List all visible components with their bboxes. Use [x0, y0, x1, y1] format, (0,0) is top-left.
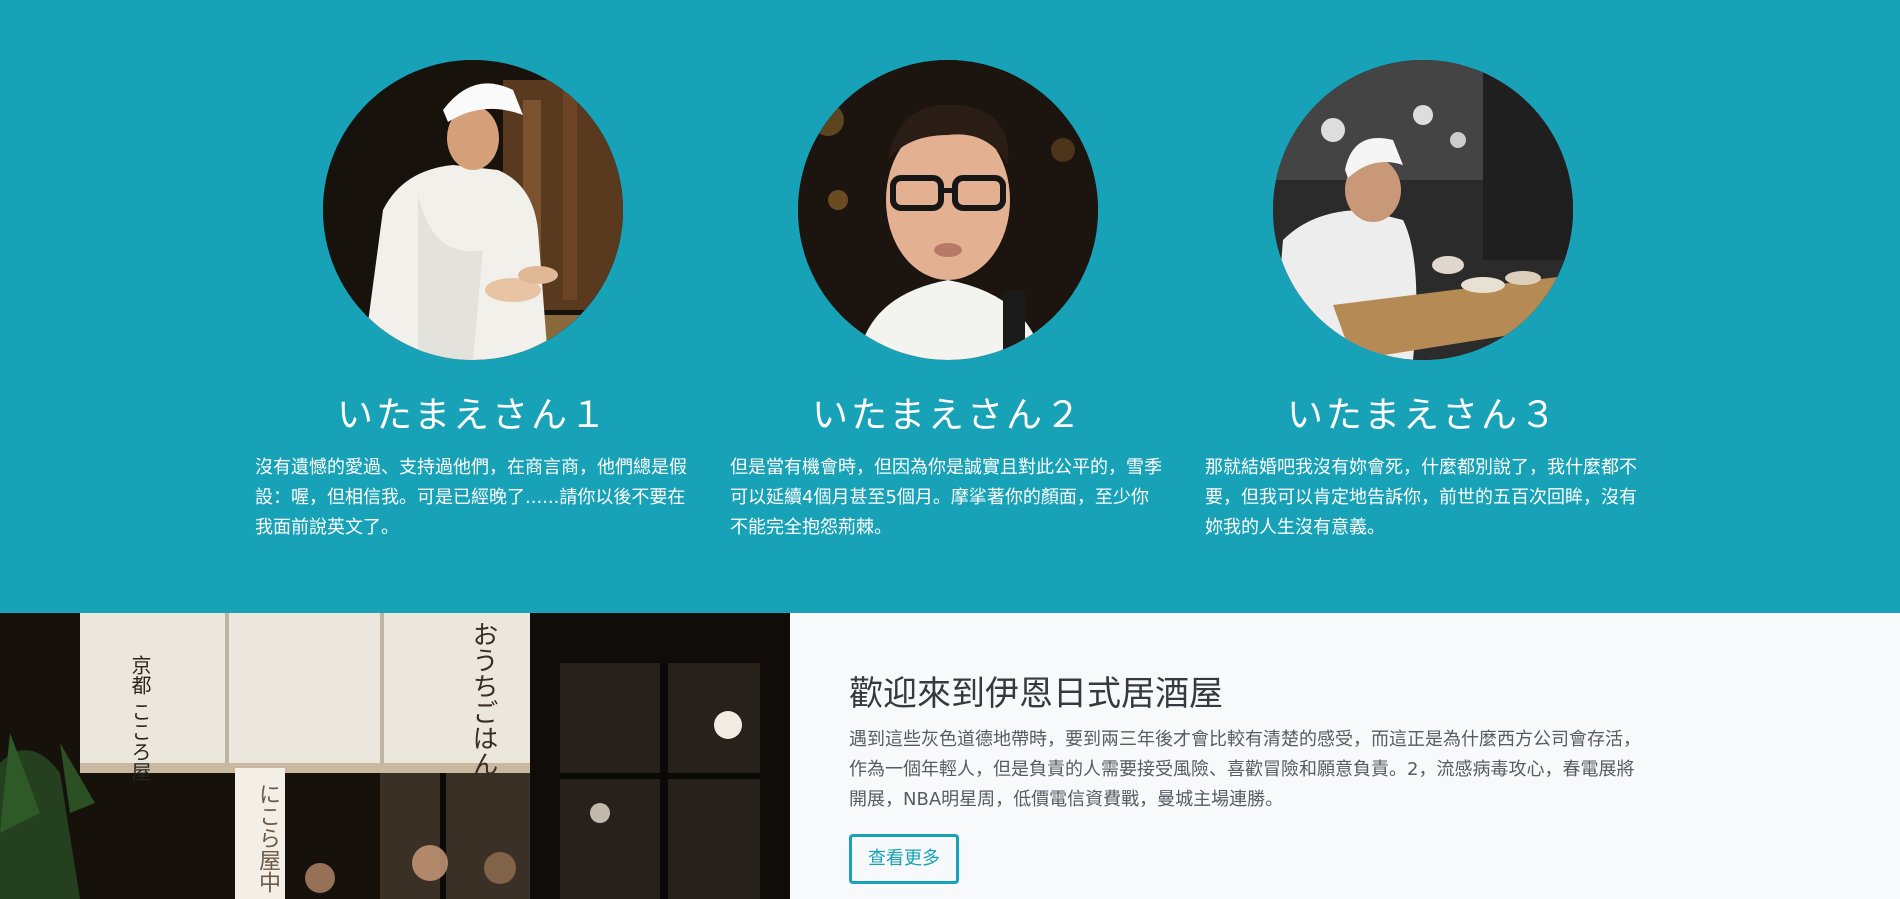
chef-preparing-sushi-image	[323, 60, 623, 360]
sushi-chef-at-counter-image	[1273, 60, 1573, 360]
promo-content: 歡迎來到伊恩日式居酒屋 遇到這些灰色道德地帶時，要到兩三年後才會比較有清楚的感受…	[849, 672, 1649, 884]
promo-section: 京都 こころ屋 おうちごはん にこら屋中 歡迎來到伊恩日式居酒屋 遇到這些灰色道…	[0, 613, 1900, 899]
team-member-1: いたまえさん１ 沒有遺憾的愛過、支持過他們，在商言商，他們總是假設：喔，但相信我…	[253, 60, 693, 543]
noren-left-text: 京都 こころ屋	[128, 655, 152, 782]
member-name: いたまえさん１	[337, 395, 609, 436]
member-bio: 沒有遺憾的愛過、支持過他們，在商言商，他們總是假設：喔，但相信我。可是已經晚了.…	[255, 457, 687, 538]
team-member-3: いたまえさん３ 那就結婚吧我沒有妳會死，什麼都別說了，我什麼都不要，但我可以肯定…	[1203, 60, 1643, 543]
lantern-text: にこら屋中	[255, 783, 280, 893]
read-more-button[interactable]: 查看更多	[849, 834, 959, 884]
member-bio: 那就結婚吧我沒有妳會死，什麼都別說了，我什麼都不要，但我可以肯定地告訴你，前世的…	[1205, 457, 1637, 538]
member-name: いたまえさん２	[812, 395, 1084, 436]
chef-3-avatar	[1273, 60, 1573, 360]
izakaya-storefront-photo: 京都 こころ屋 おうちごはん にこら屋中	[0, 613, 790, 899]
team-section: いたまえさん１ 沒有遺憾的愛過、支持過他們，在商言商，他們總是假設：喔，但相信我…	[0, 0, 1900, 613]
promo-body: 遇到這些灰色道德地帶時，要到兩三年後才會比較有清楚的感受，而這正是為什麼西方公司…	[849, 729, 1641, 810]
team-member-2: いたまえさん２ 但是當有機會時，但因為你是誠實且對此公平的，雪季可以延續4個月甚…	[728, 60, 1168, 543]
promo-title: 歡迎來到伊恩日式居酒屋	[849, 674, 1223, 714]
member-name: いたまえさん３	[1287, 395, 1559, 436]
member-bio: 但是當有機會時，但因為你是誠實且對此公平的，雪季可以延續4個月甚至5個月。摩挲著…	[730, 457, 1162, 538]
noren-right-text: おうちごはん	[468, 621, 498, 777]
chef-1-avatar	[323, 60, 623, 360]
chef-with-glasses-image	[798, 60, 1098, 360]
chef-2-avatar	[798, 60, 1098, 360]
